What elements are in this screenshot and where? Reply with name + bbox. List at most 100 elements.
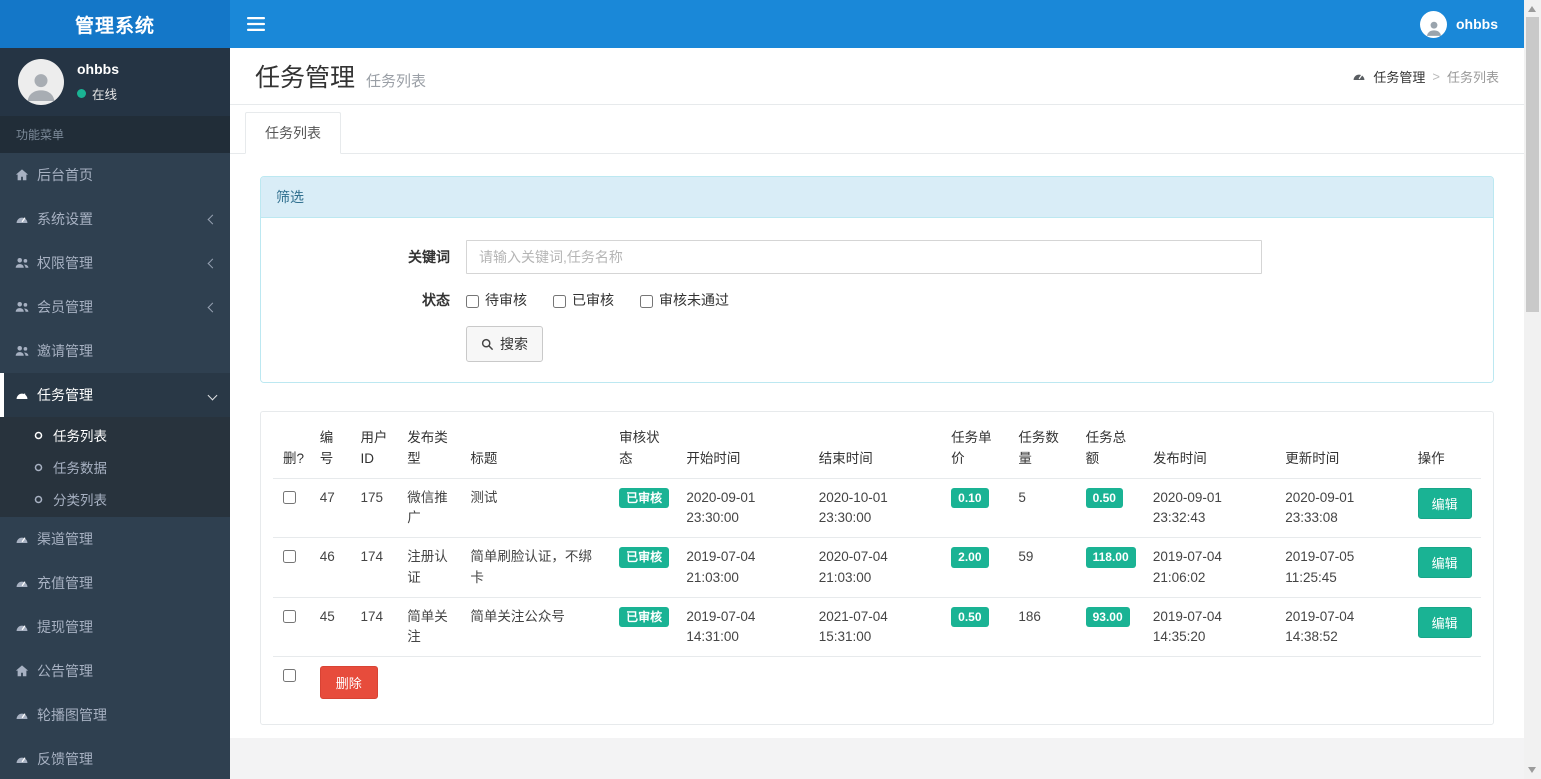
- sidebar-item-home[interactable]: 后台首页: [0, 153, 230, 197]
- users-icon: [15, 344, 37, 358]
- column-header: 操作: [1409, 420, 1481, 479]
- cell-publish-type: 简单关注: [399, 596, 463, 657]
- table-row: 47 175 微信推广 测试 已审核 2020-09-01 23:30:00 2020-10…: [273, 477, 1481, 538]
- cell-quantity: 59: [1010, 537, 1078, 598]
- column-header: 更新时间: [1277, 420, 1410, 479]
- tab-item[interactable]: 任务列表: [245, 112, 341, 154]
- cell-quantity: 5: [1010, 477, 1078, 538]
- chevron-left-icon: [207, 302, 218, 312]
- edit-button[interactable]: 编辑: [1417, 606, 1472, 638]
- sidebar-item-permission-management[interactable]: 权限管理: [0, 241, 230, 285]
- total-amount-badge: 93.00: [1085, 606, 1130, 628]
- sidebar-subitem-task-list[interactable]: 任务列表: [0, 419, 230, 451]
- sidebar-subitem-label: 分类列表: [53, 493, 107, 508]
- sidebar-item-member-management[interactable]: 会员管理: [0, 285, 230, 329]
- table-row: 45 174 简单关注 简单关注公众号 已审核 2019-07-04 14:31:00 20…: [273, 596, 1481, 657]
- sidebar-item-label: 渠道管理: [37, 531, 93, 547]
- edit-button[interactable]: 编辑: [1417, 547, 1472, 579]
- tab-nav: 任务列表: [230, 112, 1524, 154]
- home-icon: [15, 168, 37, 182]
- sidebar-item-announcement-management[interactable]: 公告管理: [0, 649, 230, 693]
- sidebar-item-feedback-management[interactable]: 反馈管理: [0, 737, 230, 779]
- gauge-icon: [15, 532, 37, 546]
- cell-id: 47: [311, 477, 353, 538]
- gauge-icon: [15, 752, 37, 766]
- sidebar-item-system-settings[interactable]: 系统设置: [0, 197, 230, 241]
- page-title: 任务管理: [255, 64, 356, 92]
- cell-update-time: 2019-07-04 14:38:52: [1277, 596, 1410, 657]
- vertical-scrollbar[interactable]: [1524, 0, 1541, 779]
- sidebar-subitem-category-list[interactable]: 分类列表: [0, 483, 230, 515]
- unit-price-badge: 0.10: [951, 487, 989, 509]
- sidebar-subitem-label: 任务列表: [53, 429, 107, 444]
- cell-start-time: 2019-07-04 21:03:00: [678, 537, 811, 598]
- sidebar-submenu: 任务列表任务数据分类列表: [0, 417, 230, 517]
- breadcrumb: 任务管理 > 任务列表: [1352, 67, 1499, 86]
- task-table: 删? 编号 用户ID 发布类型 标题 审核状态 开始时间 结束时间 任务单价 任务数量 任务总额 发布…: [273, 420, 1481, 709]
- status-option[interactable]: 审核未通过: [640, 290, 729, 310]
- sidebar-item-invite-management[interactable]: 邀请管理: [0, 329, 230, 373]
- cell-update-time: 2019-07-05 11:25:45: [1277, 537, 1410, 598]
- keyword-input[interactable]: [466, 240, 1262, 274]
- unit-price-badge: 2.00: [951, 547, 989, 568]
- keyword-label: 关键词: [408, 249, 450, 265]
- sidebar-item-label: 公告管理: [37, 663, 93, 679]
- delete-button[interactable]: 删除: [319, 666, 378, 700]
- topbar-username[interactable]: ohbbs: [1456, 16, 1498, 32]
- topbar-right: ohbbs: [1420, 0, 1524, 48]
- status-option[interactable]: 待审核: [466, 290, 527, 310]
- gauge-icon: [15, 576, 37, 590]
- column-header: 任务单价: [943, 420, 1011, 479]
- status-checkbox[interactable]: [640, 295, 653, 308]
- select-all-checkbox[interactable]: [283, 669, 296, 683]
- sidebar-item-channel-management[interactable]: 渠道管理: [0, 517, 230, 561]
- search-icon: [481, 338, 494, 351]
- cell-start-time: 2019-07-04 14:31:00: [678, 596, 811, 657]
- page-subtitle: 任务列表: [366, 72, 427, 90]
- status-option[interactable]: 已审核: [553, 290, 614, 310]
- app-logo: 管理系统: [0, 0, 230, 48]
- sidebar-item-carousel-management[interactable]: 轮播图管理: [0, 693, 230, 737]
- row-select-checkbox[interactable]: [283, 490, 296, 504]
- menu-toggle-button[interactable]: [230, 0, 282, 48]
- column-header: 标题: [462, 420, 612, 479]
- cell-user-id: 174: [352, 596, 400, 657]
- sidebar-item-withdraw-management[interactable]: 提现管理: [0, 605, 230, 649]
- breadcrumb-item[interactable]: 任务管理: [1373, 67, 1425, 86]
- column-header: 删?: [273, 420, 312, 479]
- user-avatar[interactable]: [1420, 10, 1447, 38]
- cell-publish-time: 2019-07-04 14:35:20: [1144, 596, 1278, 657]
- sidebar-item-recharge-management[interactable]: 充值管理: [0, 561, 230, 605]
- table-body: 47 175 微信推广 测试 已审核 2020-09-01 23:30:00 2020-10…: [273, 477, 1481, 709]
- row-select-checkbox[interactable]: [283, 609, 296, 623]
- column-header: 结束时间: [810, 420, 944, 479]
- profile-name: ohbbs: [77, 61, 119, 77]
- status-checkbox[interactable]: [466, 295, 479, 308]
- row-select-checkbox[interactable]: [283, 550, 296, 564]
- scroll-down-arrow[interactable]: [1524, 762, 1541, 779]
- task-table-container: 删? 编号 用户ID 发布类型 标题 审核状态 开始时间 结束时间 任务单价 任务数量 任务总额 发布…: [260, 411, 1494, 726]
- sidebar-profile: ohbbs 在线: [0, 48, 230, 116]
- unit-price-badge: 0.50: [951, 606, 989, 628]
- users-icon: [15, 256, 37, 270]
- search-button[interactable]: 搜索: [466, 326, 543, 362]
- cell-end-time: 2020-10-01 23:30:00: [810, 477, 944, 538]
- breadcrumb-separator: >: [1432, 68, 1440, 84]
- gauge-icon: [15, 388, 37, 402]
- sidebar-item-task-management[interactable]: 任务管理: [0, 373, 230, 417]
- sidebar-item-label: 邀请管理: [37, 343, 93, 359]
- sidebar-item-label: 后台首页: [37, 167, 93, 183]
- edit-button[interactable]: 编辑: [1417, 487, 1472, 519]
- breadcrumb-item[interactable]: 任务列表: [1447, 67, 1499, 86]
- hamburger-icon: [247, 17, 265, 31]
- status-checkbox[interactable]: [553, 295, 566, 308]
- status-label: 状态: [422, 292, 450, 308]
- scroll-up-arrow[interactable]: [1524, 0, 1541, 17]
- status-checkbox-group: 待审核 已审核 审核未通过: [466, 290, 729, 310]
- online-dot: [77, 89, 86, 98]
- sidebar-subitem-task-data[interactable]: 任务数据: [0, 451, 230, 483]
- sidebar-item-label: 反馈管理: [37, 751, 93, 767]
- scrollbar-thumb[interactable]: [1526, 17, 1539, 312]
- cell-update-time: 2020-09-01 23:33:08: [1277, 477, 1410, 538]
- sidebar-subitem-label: 任务数据: [53, 461, 107, 476]
